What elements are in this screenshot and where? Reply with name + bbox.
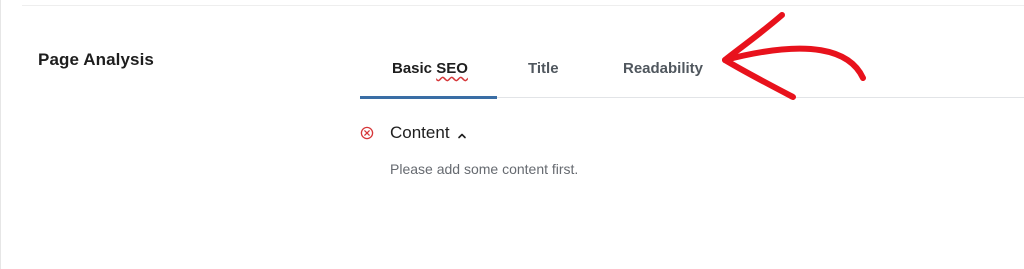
tab-basic-seo-label-main: Basic xyxy=(392,60,433,77)
page-analysis-panel: Page Analysis Basic SEO Title Readabilit… xyxy=(0,0,1024,269)
tab-basic-seo[interactable]: Basic SEO xyxy=(392,60,468,77)
annotation-arrow-icon xyxy=(722,12,866,100)
left-border xyxy=(0,0,1,269)
analysis-tabs: Basic SEO Title Readability xyxy=(360,45,1024,99)
tab-title[interactable]: Title xyxy=(528,60,559,77)
error-circle-icon xyxy=(360,126,374,140)
tab-readability[interactable]: Readability xyxy=(623,60,703,77)
active-tab-indicator xyxy=(360,96,497,99)
content-check-label: Content xyxy=(390,123,450,142)
tab-basic-seo-label-flagged: SEO xyxy=(436,60,468,77)
chevron-up-icon[interactable] xyxy=(457,128,467,139)
section-title: Page Analysis xyxy=(38,50,154,69)
content-check-message: Please add some content first. xyxy=(390,161,579,177)
content-check-toggle[interactable]: Content xyxy=(360,123,467,143)
